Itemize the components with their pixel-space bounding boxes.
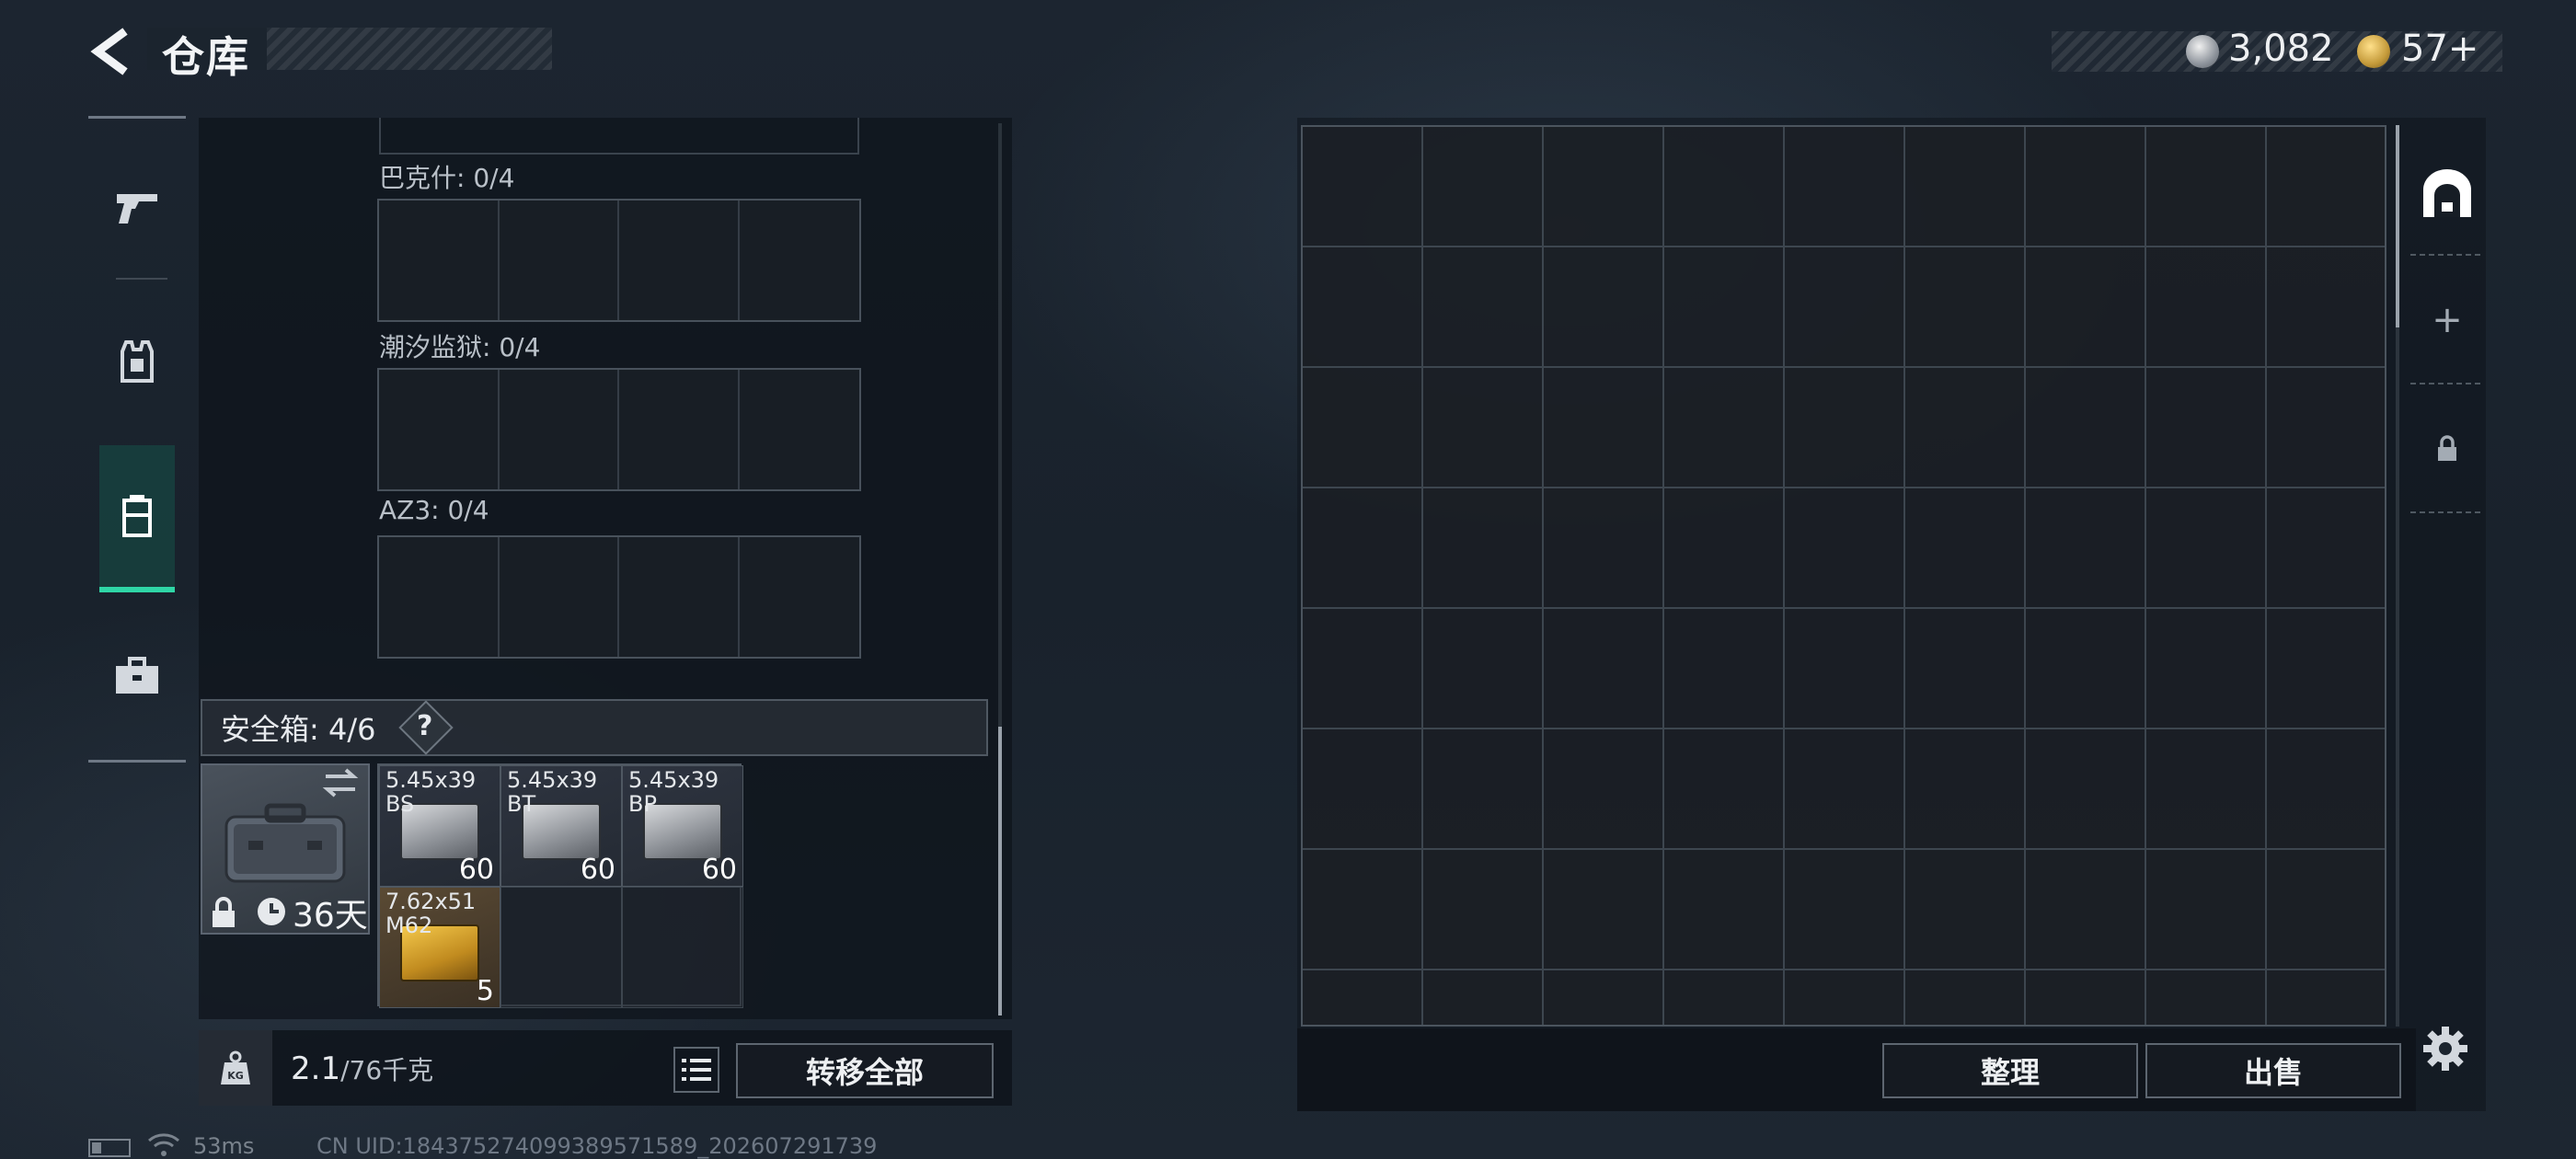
weight-icon-box: KG — [199, 1030, 272, 1106]
ammo-item[interactable]: 5.45x39 BS 60 — [379, 765, 500, 887]
weight-readout: 2.1/76千克 — [291, 1050, 433, 1087]
help-icon[interactable]: ? — [417, 710, 432, 742]
tab-separator — [2410, 254, 2480, 256]
sell-button[interactable]: 出售 — [2145, 1043, 2401, 1098]
ammo-item[interactable]: 7.62x51 M62 5 — [379, 887, 500, 1008]
safe-case-icon — [224, 803, 346, 883]
slot-label: 潮汐监狱: 0/4 — [379, 332, 541, 362]
clock-icon — [258, 898, 285, 925]
case-duration: 36天 — [293, 897, 368, 935]
slot-row-bakhmut[interactable] — [377, 199, 861, 322]
ammo-count: 60 — [580, 854, 615, 886]
silver-currency-value: 3,082 — [2228, 28, 2334, 70]
wifi-icon — [148, 1133, 179, 1156]
vest-icon — [121, 340, 154, 383]
stash-vault-icon — [2423, 169, 2471, 217]
ammo-name: 5.45x39 BT — [507, 767, 598, 817]
stash-scrollbar-thumb[interactable] — [2396, 125, 2399, 327]
ammo-count: 5 — [476, 975, 494, 1007]
left-scrollbar-thumb[interactable] — [998, 727, 1002, 1016]
ping-readout: 53ms — [193, 1133, 255, 1159]
gold-currency-value[interactable]: 57+ — [2401, 28, 2478, 70]
transfer-all-button[interactable]: 转移全部 — [736, 1043, 994, 1098]
sort-button[interactable]: 整理 — [1882, 1043, 2138, 1098]
sidebar-bottom-divider — [88, 760, 186, 763]
ammo-count: 60 — [701, 854, 737, 886]
pistol-icon — [117, 194, 157, 224]
back-button[interactable] — [85, 26, 136, 77]
list-icon — [682, 1059, 711, 1081]
ammo-name: 7.62x51 M62 — [385, 889, 477, 938]
list-view-button[interactable] — [673, 1047, 719, 1093]
empty-slot[interactable] — [622, 887, 743, 1008]
sidebar-item-cases[interactable] — [99, 607, 175, 745]
sidebar-separator — [116, 278, 167, 280]
stash-grid[interactable] — [1301, 125, 2386, 1027]
ammo-name: 5.45x39 BP — [628, 767, 719, 817]
locked-stash-tab[interactable] — [2409, 405, 2486, 493]
swap-icon[interactable] — [322, 767, 359, 798]
sidebar-item-weapons[interactable] — [99, 138, 175, 276]
add-stash-tab-button[interactable]: + — [2409, 276, 2486, 364]
weight-max: /76千克 — [340, 1055, 434, 1085]
lock-icon — [2438, 435, 2456, 461]
slot-row-tidal-prison[interactable] — [377, 368, 861, 491]
slot-label: 巴克什: 0/4 — [379, 163, 515, 193]
settings-button[interactable] — [2418, 1021, 2473, 1076]
battery-level — [92, 1142, 101, 1153]
page-title: 仓库 — [162, 32, 250, 82]
safe-box-label: 安全箱: 4/6 — [221, 712, 376, 747]
gear-icon — [2423, 1027, 2467, 1071]
slot-label: AZ3: 0/4 — [379, 495, 489, 525]
sidebar-item-gear[interactable] — [99, 293, 175, 430]
ammo-count: 60 — [458, 854, 494, 886]
empty-slot[interactable] — [500, 887, 622, 1008]
sidebar-item-containers[interactable] — [99, 445, 175, 592]
partial-slot-row — [379, 118, 859, 155]
weight-icon: KG — [221, 1050, 250, 1084]
weight-current: 2.1 — [291, 1050, 341, 1087]
gold-coin-icon[interactable] — [2357, 35, 2390, 68]
tab-separator — [2410, 383, 2480, 384]
container-icon — [122, 495, 152, 537]
svg-text:KG: KG — [227, 1070, 244, 1082]
briefcase-icon — [116, 657, 158, 694]
tab-separator — [2410, 511, 2480, 513]
lock-icon — [213, 897, 235, 927]
back-arrow-icon — [90, 28, 128, 75]
stash-tab-main[interactable] — [2409, 138, 2486, 248]
safe-box-grid: 5.45x39 BS 60 5.45x39 BT 60 5.45x39 BP 6… — [377, 763, 743, 1008]
ammo-item[interactable]: 5.45x39 BT 60 — [500, 765, 622, 887]
ammo-name: 5.45x39 BS — [385, 767, 477, 817]
user-id: CN UID:18437527409938957158​9_2026072917… — [316, 1133, 878, 1159]
slot-row-az3[interactable] — [377, 535, 861, 659]
silver-coin-icon — [2186, 35, 2219, 68]
ammo-item[interactable]: 5.45x39 BP 60 — [622, 765, 743, 887]
sidebar-top-divider — [88, 116, 186, 119]
